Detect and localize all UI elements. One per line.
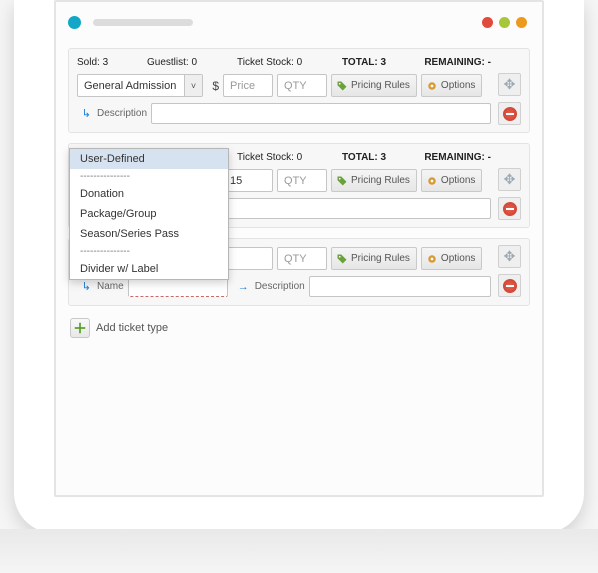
delete-button[interactable] [498, 274, 521, 297]
qty-input[interactable] [277, 74, 327, 97]
sold-label: Sold: [77, 57, 100, 68]
ticket-panel: Sold: 3 Guestlist: 0 Ticket Stock: 0 TOT… [68, 48, 530, 133]
guest-label: Guestlist: [147, 57, 189, 68]
stock-value: 0 [297, 152, 303, 163]
gear-icon [426, 253, 438, 265]
ticket-type-dropdown: User-Defined --------------- Donation Pa… [69, 148, 229, 280]
plus-icon [73, 321, 87, 335]
stats-row: Sold: 3 Guestlist: 0 Ticket Stock: 0 TOT… [77, 55, 491, 74]
pricing-rules-button[interactable]: Pricing Rules [331, 74, 417, 97]
qty-input[interactable] [277, 247, 327, 270]
tag-icon [336, 175, 348, 187]
guest-value: 0 [191, 57, 197, 68]
sub-arrow-icon: ↳ [77, 107, 93, 120]
price-input[interactable] [223, 169, 273, 192]
stock-label: Ticket Stock: [237, 57, 294, 68]
gear-icon [426, 80, 438, 92]
ticket-type-select[interactable]: General Admission ˅ [77, 74, 203, 97]
sold-value: 3 [103, 57, 109, 68]
total-value: 3 [381, 57, 387, 68]
ticket-type-value: General Admission [84, 80, 176, 92]
sub-arrow-icon: → [232, 281, 251, 293]
delete-button[interactable] [498, 197, 521, 220]
pricing-rules-label: Pricing Rules [351, 175, 410, 186]
total-label: TOTAL: [342, 152, 378, 163]
minus-circle-icon [503, 279, 517, 293]
delete-button[interactable] [498, 102, 521, 125]
dropdown-option-season-series-pass[interactable]: Season/Series Pass [70, 224, 228, 244]
remain-label: REMAINING: [424, 57, 485, 68]
minus-circle-icon [503, 202, 517, 216]
options-button[interactable]: Options [421, 169, 482, 192]
stock-value: 0 [297, 57, 303, 68]
url-bar-placeholder [93, 19, 193, 26]
price-input[interactable] [223, 247, 273, 270]
drag-handle[interactable]: ✥ [498, 245, 521, 268]
currency-symbol: $ [207, 79, 219, 93]
ticket-panel: Sold: 3 Guestlist: 0 Ticket Stock: 0 TOT… [68, 143, 530, 228]
price-input[interactable] [223, 74, 273, 97]
options-label: Options [441, 253, 475, 264]
pricing-rules-button[interactable]: Pricing Rules [331, 169, 417, 192]
qty-input[interactable] [277, 169, 327, 192]
traffic-light-yellow [499, 17, 510, 28]
chevron-down-icon: ˅ [184, 75, 202, 96]
dropdown-option-package-group[interactable]: Package/Group [70, 204, 228, 224]
pricing-rules-button[interactable]: Pricing Rules [331, 247, 417, 270]
traffic-light-red [482, 17, 493, 28]
pricing-rules-label: Pricing Rules [351, 253, 410, 264]
options-label: Options [441, 175, 475, 186]
dropdown-option-donation[interactable]: Donation [70, 184, 228, 204]
window-bar [68, 16, 530, 34]
dropdown-option-user-defined[interactable]: User-Defined [70, 149, 228, 169]
dropdown-separator: --------------- [70, 244, 228, 259]
tag-icon [336, 253, 348, 265]
sub-arrow-icon: ↳ [77, 280, 93, 293]
gear-icon [426, 175, 438, 187]
traffic-light-green [516, 17, 527, 28]
options-label: Options [441, 80, 475, 91]
description-input[interactable] [151, 103, 491, 124]
pricing-rules-label: Pricing Rules [351, 80, 410, 91]
total-value: 3 [381, 152, 387, 163]
dropdown-separator: --------------- [70, 169, 228, 184]
stock-label: Ticket Stock: [237, 152, 294, 163]
options-button[interactable]: Options [421, 74, 482, 97]
active-tab-dot [68, 16, 81, 29]
total-label: TOTAL: [342, 57, 378, 68]
add-ticket-type-button[interactable] [70, 318, 90, 338]
remain-value: - [488, 152, 491, 163]
remain-label: REMAINING: [424, 152, 485, 163]
dropdown-option-divider-label[interactable]: Divider w/ Label [70, 259, 228, 279]
drag-handle[interactable]: ✥ [498, 73, 521, 96]
name-label: Name [97, 281, 124, 292]
description-input[interactable] [309, 276, 491, 297]
ticket-type-select[interactable]: User-Defined ˅ User-Defined ------------… [77, 169, 203, 192]
description-label: Description [255, 281, 305, 292]
drag-handle[interactable]: ✥ [498, 168, 521, 191]
description-label: Description [97, 108, 147, 119]
device-shadow [0, 529, 598, 573]
add-ticket-type-label[interactable]: Add ticket type [96, 322, 168, 334]
minus-circle-icon [503, 107, 517, 121]
options-button[interactable]: Options [421, 247, 482, 270]
tag-icon [336, 80, 348, 92]
remain-value: - [488, 57, 491, 68]
